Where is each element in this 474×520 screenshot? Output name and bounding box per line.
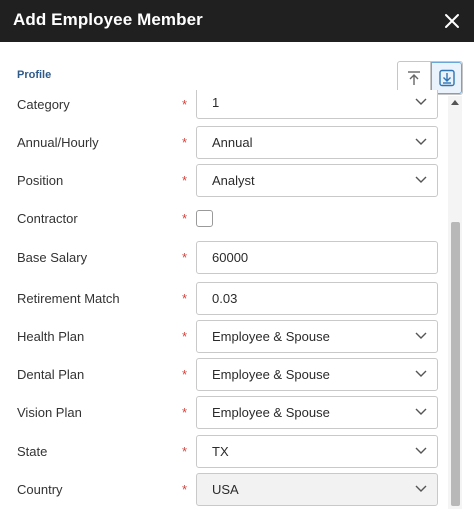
category-select[interactable]: 1 [196, 90, 438, 119]
field-label: Retirement Match [17, 291, 120, 306]
field-label: Contractor [17, 211, 78, 226]
field-row-state: State * TX [0, 435, 446, 469]
chevron-down-icon [415, 176, 427, 183]
position-select[interactable]: Analyst [196, 164, 438, 197]
retirement-match-input[interactable]: 0.03 [196, 282, 438, 315]
chevron-down-icon [415, 332, 427, 339]
required-marker: * [182, 135, 188, 150]
field-label: State [17, 444, 48, 459]
select-value: Annual [212, 135, 253, 150]
field-row-annual-hourly: Annual/Hourly * Annual [0, 126, 446, 160]
field-row-category: Category * 1 [0, 90, 446, 120]
dialog-title: Add Employee Member [13, 10, 203, 29]
required-marker: * [182, 405, 188, 420]
field-label: Annual/Hourly [17, 135, 99, 150]
state-select[interactable]: TX [196, 435, 438, 468]
field-row-retirement-match: Retirement Match * 0.03 [0, 282, 446, 316]
field-label: Category [17, 97, 70, 112]
required-marker: * [182, 291, 188, 306]
collapse-up-icon [408, 71, 420, 85]
field-row-dental-plan: Dental Plan * Employee & Spouse [0, 358, 446, 392]
input-value: 0.03 [212, 291, 238, 306]
select-value: TX [212, 444, 229, 459]
field-row-position: Position * Analyst [0, 164, 446, 198]
annual-hourly-select[interactable]: Annual [196, 126, 438, 159]
required-marker: * [182, 482, 188, 497]
required-marker: * [182, 329, 188, 344]
field-row-base-salary: Base Salary * 60000 [0, 241, 446, 275]
dialog-bottom-edge [0, 512, 474, 520]
chevron-down-icon [415, 98, 427, 105]
chevron-down-icon [415, 138, 427, 145]
select-value: Employee & Spouse [212, 405, 330, 420]
select-value: Employee & Spouse [212, 329, 330, 344]
scroll-up-arrow-icon[interactable] [451, 100, 459, 105]
dental-plan-select[interactable]: Employee & Spouse [196, 358, 438, 391]
field-label: Vision Plan [17, 405, 82, 420]
required-marker: * [182, 173, 188, 188]
required-marker: * [182, 250, 188, 265]
field-label: Base Salary [17, 250, 88, 265]
field-label: Dental Plan [17, 367, 85, 382]
health-plan-select[interactable]: Employee & Spouse [196, 320, 438, 353]
select-value: 1 [212, 95, 220, 110]
chevron-down-icon [415, 370, 427, 377]
scrollbar-thumb[interactable] [451, 222, 460, 506]
required-marker: * [182, 367, 188, 382]
field-label: Country [17, 482, 63, 497]
chevron-down-icon [415, 485, 427, 492]
field-row-country: Country * USA [0, 473, 446, 507]
select-value: Employee & Spouse [212, 367, 330, 382]
close-icon[interactable] [440, 9, 464, 33]
country-select[interactable]: USA [196, 473, 438, 506]
vision-plan-select[interactable]: Employee & Spouse [196, 396, 438, 429]
chevron-down-icon [415, 447, 427, 454]
field-row-contractor: Contractor * [0, 202, 446, 236]
field-label: Health Plan [17, 329, 85, 344]
field-row-vision-plan: Vision Plan * Employee & Spouse [0, 396, 446, 430]
required-marker: * [182, 97, 188, 112]
required-marker: * [182, 444, 188, 459]
input-value: 60000 [212, 250, 249, 265]
contractor-checkbox[interactable] [196, 210, 213, 227]
expand-down-icon [439, 69, 455, 87]
select-value: Analyst [212, 173, 255, 188]
required-marker: * [182, 211, 188, 226]
dialog-titlebar: Add Employee Member [0, 0, 474, 42]
chevron-down-icon [415, 408, 427, 415]
field-label: Position [17, 173, 64, 188]
base-salary-input[interactable]: 60000 [196, 241, 438, 274]
field-row-health-plan: Health Plan * Employee & Spouse [0, 320, 446, 354]
select-value: USA [212, 482, 239, 497]
section-title-profile: Profile [17, 69, 52, 81]
